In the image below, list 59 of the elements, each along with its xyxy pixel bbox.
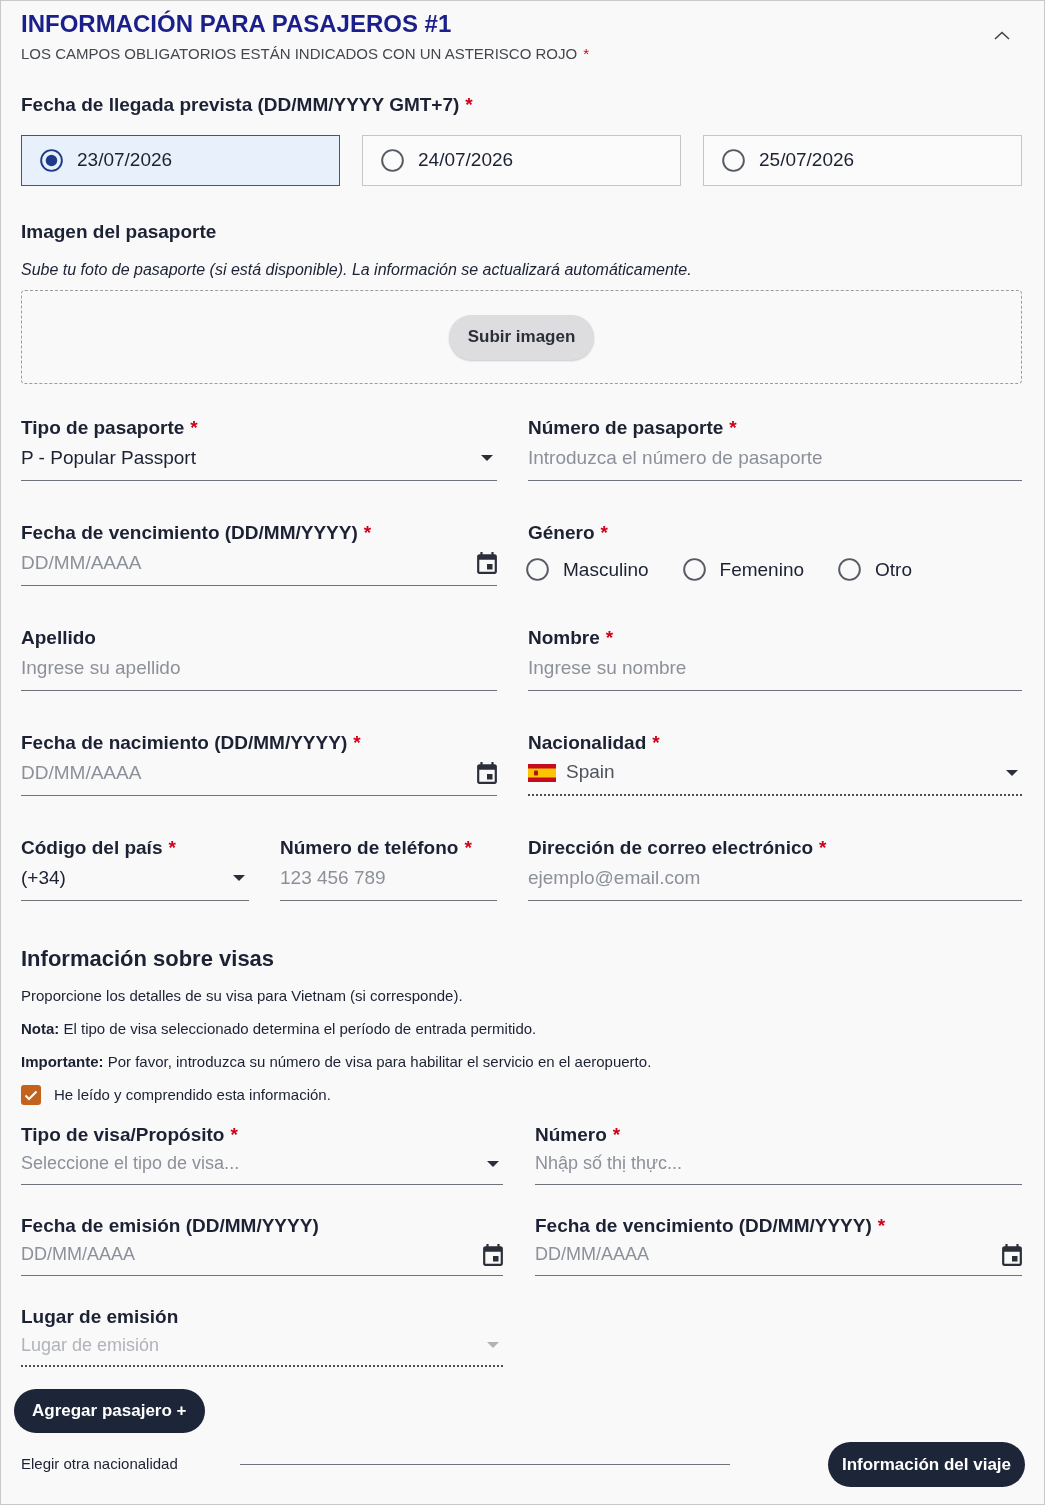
field-label: Género * — [528, 521, 609, 545]
caret-icon — [487, 1342, 499, 1348]
checkmark-icon — [24, 1089, 38, 1101]
radio-option[interactable]: Masculino — [526, 555, 649, 584]
upload-dropzone[interactable]: Subir imagen — [21, 290, 1022, 384]
field-label: Lugar de emisión — [21, 1305, 180, 1329]
field-label: Fecha de vencimiento (DD/MM/YYYY) * — [535, 1214, 887, 1238]
field-label: Nombre * — [528, 626, 615, 650]
radio-icon[interactable] — [722, 149, 745, 172]
field-label: Fecha de nacimiento (DD/MM/YYYY) * — [21, 731, 362, 755]
date-option[interactable]: 23/07/2026 — [21, 135, 340, 186]
caret-icon — [1006, 769, 1018, 776]
field-label: Número de teléfono * — [280, 836, 473, 860]
visa-info-text: Nota: El tipo de visa seleccionado determina el período de entrada permitido. — [21, 1019, 538, 1039]
field-label: Imagen del pasaporte — [21, 220, 218, 244]
caret-icon — [487, 1160, 499, 1167]
other-nationality-link[interactable]: Elegir otra nacionalidad — [21, 1453, 178, 1476]
field-label: Apellido — [21, 626, 97, 650]
caret-icon — [481, 455, 493, 461]
radio-option[interactable]: Otro — [838, 555, 912, 584]
checkbox-label: He leído y comprendido esta información. — [54, 1085, 331, 1105]
radio-icon[interactable] — [526, 558, 549, 582]
date-option[interactable]: 25/07/2026 — [703, 135, 1022, 186]
upload-button[interactable]: Subir imagen — [448, 314, 595, 360]
visa-info-text: Proporcione los detalles de su visa para Vietnam (si corresponde). — [21, 986, 464, 1006]
calendar-icon[interactable] — [1002, 1243, 1022, 1266]
trip-info-button[interactable]: Información del viaje — [828, 1442, 1025, 1487]
caret-icon — [233, 875, 245, 881]
select-field[interactable]: (+34) — [21, 860, 249, 901]
field-label: Código del país * — [21, 836, 177, 860]
required-note: LOS CAMPOS OBLIGATORIOS ESTÁN INDICADOS CON UN ASTERISCO ROJO * — [21, 44, 590, 64]
field-label: Nacionalidad * — [528, 731, 661, 755]
flag-icon — [528, 763, 556, 782]
checkbox[interactable] — [21, 1085, 41, 1105]
visa-section-title: Información sobre visas — [21, 945, 276, 973]
add-passenger-button[interactable]: Agregar pasajero + — [14, 1389, 205, 1433]
radio-option[interactable]: Femenino — [682, 555, 805, 584]
section-title: INFORMACIÓN PARA PASAJEROS #1 — [21, 9, 453, 39]
date-option[interactable]: 24/07/2026 — [362, 135, 681, 186]
calendar-icon[interactable] — [483, 1243, 503, 1266]
select-field[interactable]: Spain — [528, 755, 1022, 796]
field-label: Fecha de emisión (DD/MM/YYYY) — [21, 1214, 320, 1238]
field-label: Fecha de vencimiento (DD/MM/YYYY) * — [21, 521, 373, 545]
upload-hint: Sube tu foto de pasaporte (si está disponible). La información se actualizará automáticamente. — [21, 260, 693, 280]
select-field[interactable]: P - Popular Passport — [21, 440, 497, 481]
radio-icon[interactable] — [381, 149, 404, 172]
field-label: Número * — [535, 1123, 622, 1147]
field-label: Fecha de llegada prevista (DD/MM/YYYY GMT+7) * — [21, 93, 474, 117]
radio-icon[interactable] — [40, 149, 63, 172]
field-label: Número de pasaporte * — [528, 416, 738, 440]
calendar-icon[interactable] — [477, 762, 497, 784]
field-label: Tipo de pasaporte * — [21, 416, 199, 440]
chevron-up-icon[interactable] — [994, 31, 1010, 40]
radio-icon[interactable] — [838, 558, 862, 582]
field-label: Dirección de correo electrónico * — [528, 836, 828, 860]
calendar-icon[interactable] — [477, 552, 497, 574]
visa-info-text: Importante: Por favor, introduzca su número de visa para habilitar el servicio en el aeropuerto. — [21, 1052, 653, 1072]
radio-icon[interactable] — [682, 558, 706, 582]
field-label: Tipo de visa/Propósito * — [21, 1123, 239, 1147]
